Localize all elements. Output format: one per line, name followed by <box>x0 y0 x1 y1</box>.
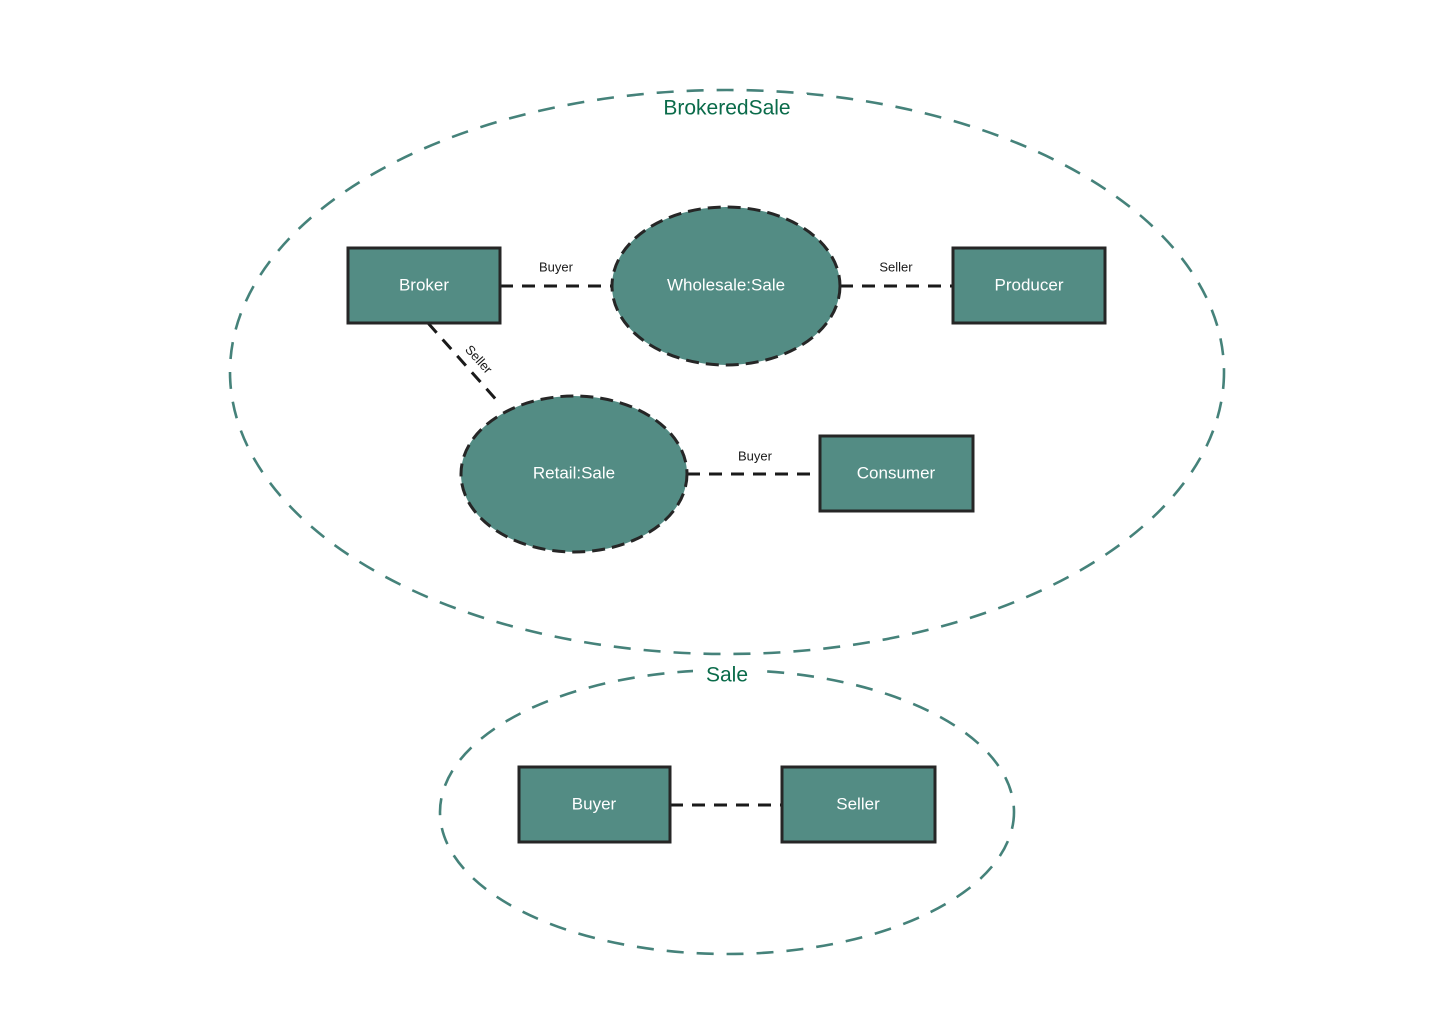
edge-layer <box>426 284 953 807</box>
group-title-brokered-sale: BrokeredSale <box>663 97 790 120</box>
node-label-buyer: Buyer <box>572 794 617 813</box>
node-label-producer: Producer <box>995 275 1064 294</box>
edge-label-broker-retail: Seller <box>462 342 496 377</box>
node-buyer[interactable]: Buyer <box>517 765 672 844</box>
node-consumer[interactable]: Consumer <box>818 434 975 513</box>
node-wholesale-sale[interactable]: Wholesale:Sale <box>610 205 842 367</box>
node-broker[interactable]: Broker <box>346 246 502 325</box>
node-retail-sale[interactable]: Retail:Sale <box>459 394 689 554</box>
node-label-seller: Seller <box>836 794 880 813</box>
edge-label-retail-consumer: Buyer <box>738 448 773 463</box>
node-label-consumer: Consumer <box>857 463 936 482</box>
node-seller[interactable]: Seller <box>780 765 937 844</box>
edge-label-wholesale-producer: Seller <box>879 259 913 274</box>
node-label-broker: Broker <box>399 275 449 294</box>
group-boundary-brokered-sale[interactable] <box>228 88 1226 656</box>
group-brokered-sale[interactable]: BrokeredSale <box>228 88 1226 656</box>
node-label-wholesale-sale: Wholesale:Sale <box>667 275 785 294</box>
edge-label-broker-wholesale: Buyer <box>539 259 574 274</box>
group-title-sale: Sale <box>706 664 748 687</box>
diagram-canvas: BrokeredSale Sale Broker Wholesale:Sale <box>0 0 1454 1020</box>
node-label-retail-sale: Retail:Sale <box>533 463 615 482</box>
node-producer[interactable]: Producer <box>951 246 1107 325</box>
diagram-surface: BrokeredSale Sale Broker Wholesale:Sale <box>228 88 1226 956</box>
